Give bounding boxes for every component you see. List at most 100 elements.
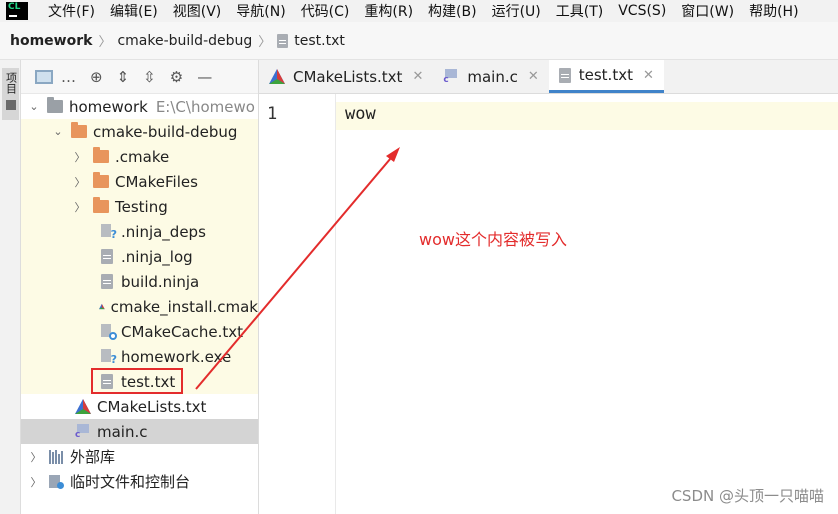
menu-build[interactable]: 构建(B) bbox=[428, 1, 477, 21]
project-view-icon[interactable] bbox=[35, 69, 53, 84]
menu-help[interactable]: 帮助(H) bbox=[749, 1, 798, 21]
tree-item-build-ninja[interactable]: build.ninja bbox=[21, 269, 258, 294]
tree-item-testing[interactable]: 〉 Testing bbox=[21, 194, 258, 219]
scratch-file-icon bbox=[49, 474, 64, 489]
breadcrumb-file[interactable]: test.txt bbox=[294, 33, 345, 49]
menu-run[interactable]: 运行(U) bbox=[492, 1, 541, 21]
cmake-icon bbox=[99, 303, 105, 310]
text-file-icon bbox=[277, 33, 289, 48]
tree-item-label: .cmake bbox=[115, 147, 170, 166]
chevron-down-icon[interactable]: ⌄ bbox=[51, 125, 65, 138]
folder-icon bbox=[5, 100, 16, 110]
project-panel: … ⊕ ⇕ ⇳ ⚙ — ⌄ homework E:\C\homewo ⌄ cma… bbox=[21, 60, 259, 514]
tree-item-label: homework bbox=[69, 97, 148, 116]
tree-item-external-libraries[interactable]: 〉 外部库 bbox=[21, 444, 258, 469]
close-icon[interactable]: ✕ bbox=[528, 69, 539, 84]
tree-item-label: CMakeFiles bbox=[115, 172, 198, 191]
cmake-icon bbox=[75, 399, 91, 414]
close-icon[interactable]: ✕ bbox=[412, 69, 423, 84]
chevron-right-icon[interactable]: 〉 bbox=[29, 474, 43, 490]
menu-navigate[interactable]: 导航(N) bbox=[236, 1, 285, 21]
menu-tools[interactable]: 工具(T) bbox=[556, 1, 603, 21]
tree-item-homework[interactable]: ⌄ homework E:\C\homewo bbox=[21, 94, 258, 119]
editor-content[interactable]: wow bbox=[345, 104, 376, 124]
tab-main-c[interactable]: c main.c ✕ bbox=[433, 60, 548, 93]
tab-label: main.c bbox=[467, 67, 518, 86]
menu-view[interactable]: 视图(V) bbox=[173, 1, 222, 21]
menu-refactor[interactable]: 重构(R) bbox=[364, 1, 413, 21]
hide-icon[interactable]: — bbox=[197, 68, 212, 86]
tree-item-main-c[interactable]: c main.c bbox=[21, 419, 258, 444]
module-folder-icon bbox=[47, 97, 63, 113]
gear-icon[interactable]: ⚙ bbox=[170, 68, 183, 86]
chevron-right-icon[interactable]: 〉 bbox=[29, 449, 43, 465]
menu-bar: CL 文件(F) 编辑(E) 视图(V) 导航(N) 代码(C) 重构(R) 构… bbox=[0, 0, 838, 22]
collapse-all-icon[interactable]: ⇳ bbox=[143, 68, 156, 86]
tree-item-label: Testing bbox=[115, 197, 168, 216]
cmake-icon bbox=[269, 69, 285, 84]
line-number: 1 bbox=[267, 104, 278, 124]
editor-tab-bar: CMakeLists.txt ✕ c main.c ✕ test.txt ✕ bbox=[259, 60, 838, 94]
text-file-icon bbox=[558, 67, 571, 83]
chevron-right-icon[interactable]: 〉 bbox=[73, 149, 87, 165]
library-icon bbox=[49, 449, 64, 464]
tree-item-label: CMakeLists.txt bbox=[97, 397, 207, 416]
menu-vcs[interactable]: VCS(S) bbox=[618, 3, 666, 19]
breadcrumb-separator: 〉 bbox=[98, 35, 112, 50]
clion-logo-icon[interactable]: CL bbox=[6, 2, 28, 20]
breadcrumb-project[interactable]: homework bbox=[10, 33, 92, 49]
tree-item-cmake-build-debug[interactable]: ⌄ cmake-build-debug bbox=[21, 119, 258, 144]
chevron-right-icon[interactable]: 〉 bbox=[73, 199, 87, 215]
project-tool-tab-label: 项目 bbox=[4, 72, 18, 94]
c-file-icon: c bbox=[443, 68, 459, 85]
folder-icon bbox=[71, 122, 87, 138]
tree-item-scratches[interactable]: 〉 临时文件和控制台 bbox=[21, 469, 258, 494]
breadcrumb: homework 〉 cmake-build-debug 〉 test.txt bbox=[0, 22, 838, 60]
menu-file[interactable]: 文件(F) bbox=[48, 1, 95, 21]
tree-item-label: .ninja_log bbox=[121, 247, 193, 266]
tree-item-cmake-install[interactable]: cmake_install.cmak bbox=[21, 294, 258, 319]
chevron-right-icon[interactable]: 〉 bbox=[73, 174, 87, 190]
tree-item-ninja-deps[interactable]: ? .ninja_deps bbox=[21, 219, 258, 244]
menu-edit[interactable]: 编辑(E) bbox=[110, 1, 158, 21]
tree-item-label: main.c bbox=[97, 422, 148, 441]
project-panel-toolbar: … ⊕ ⇕ ⇳ ⚙ — bbox=[21, 60, 258, 94]
tree-item-label: cmake-build-debug bbox=[93, 122, 238, 141]
line-gutter bbox=[259, 94, 336, 514]
tab-label: test.txt bbox=[578, 66, 633, 84]
tree-item-label: homework.exe bbox=[121, 347, 232, 366]
project-tool-tab[interactable]: 项目 bbox=[2, 68, 19, 120]
tree-item-cmake-folder[interactable]: 〉 .cmake bbox=[21, 144, 258, 169]
tree-item-label: 临时文件和控制台 bbox=[70, 473, 191, 491]
tab-label: CMakeLists.txt bbox=[293, 67, 403, 86]
left-tool-strip: 项目 bbox=[0, 60, 21, 514]
breadcrumb-folder[interactable]: cmake-build-debug bbox=[117, 33, 252, 49]
menu-window[interactable]: 窗口(W) bbox=[681, 1, 734, 21]
tree-item-cmakecache[interactable]: CMakeCache.txt bbox=[21, 319, 258, 344]
chevron-down-icon[interactable]: ⌄ bbox=[27, 100, 41, 113]
more-icon[interactable]: … bbox=[61, 68, 76, 86]
menu-code[interactable]: 代码(C) bbox=[301, 1, 350, 21]
tab-test-txt[interactable]: test.txt ✕ bbox=[548, 60, 664, 93]
tree-item-ninja-log[interactable]: .ninja_log bbox=[21, 244, 258, 269]
config-file-icon bbox=[101, 324, 117, 340]
breadcrumb-separator: 〉 bbox=[258, 35, 272, 50]
project-tree: ⌄ homework E:\C\homewo ⌄ cmake-build-deb… bbox=[21, 94, 258, 494]
text-file-icon bbox=[101, 274, 113, 289]
tab-cmakelists[interactable]: CMakeLists.txt ✕ bbox=[259, 60, 433, 93]
folder-icon bbox=[93, 197, 109, 213]
code-editor[interactable]: 1 wow wow这个内容被写入 CSDN @头顶一只喵喵 bbox=[259, 94, 838, 514]
tree-item-label: .ninja_deps bbox=[121, 222, 206, 241]
tree-item-label: 外部库 bbox=[70, 448, 116, 466]
tree-item-cmakelists[interactable]: CMakeLists.txt bbox=[21, 394, 258, 419]
expand-all-icon[interactable]: ⇕ bbox=[117, 68, 130, 86]
folder-icon bbox=[93, 147, 109, 163]
unknown-file-icon: ? bbox=[101, 349, 117, 366]
tree-item-homework-exe[interactable]: ? homework.exe bbox=[21, 344, 258, 369]
close-icon[interactable]: ✕ bbox=[643, 68, 654, 83]
tree-item-cmakefiles[interactable]: 〉 CMakeFiles bbox=[21, 169, 258, 194]
annotation-text: wow这个内容被写入 bbox=[419, 230, 567, 249]
unknown-file-icon: ? bbox=[101, 224, 117, 241]
tree-item-test-txt[interactable]: test.txt bbox=[21, 368, 258, 394]
locate-icon[interactable]: ⊕ bbox=[90, 68, 103, 86]
